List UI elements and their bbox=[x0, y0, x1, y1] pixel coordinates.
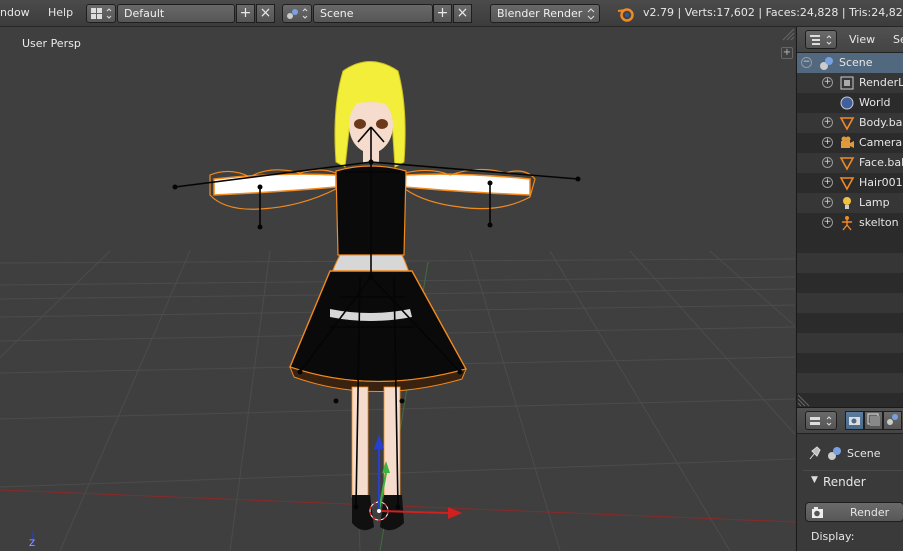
outliner-panel: View Se − Scene + RenderLa World + Body.… bbox=[796, 27, 903, 407]
armature-icon bbox=[842, 216, 852, 231]
region-toggle-button[interactable]: + bbox=[781, 47, 793, 59]
camera-render-icon bbox=[849, 417, 860, 425]
render-tab-button[interactable] bbox=[845, 411, 864, 430]
outliner-item-label: Camera bbox=[859, 136, 903, 149]
camera-render-icon bbox=[812, 507, 823, 518]
mesh-icon bbox=[839, 157, 855, 171]
screen-layout-dropdown[interactable] bbox=[86, 4, 116, 23]
scene-dropdown[interactable] bbox=[282, 4, 312, 23]
area-split-corner-icon[interactable] bbox=[780, 27, 795, 41]
3d-viewport[interactable]: Z User Persp + bbox=[0, 27, 795, 551]
view-perspective-label: User Persp bbox=[22, 37, 81, 50]
mesh-icon bbox=[839, 117, 855, 131]
render-button[interactable]: Render bbox=[805, 502, 903, 522]
outliner-item-label: RenderLa bbox=[859, 76, 903, 89]
outliner-search-menu[interactable]: Se bbox=[893, 33, 903, 46]
camera-icon bbox=[841, 136, 854, 148]
outliner-item-label: Body.bak bbox=[859, 116, 903, 129]
expand-icon[interactable]: + bbox=[822, 177, 833, 188]
info-header: ndow Help Default + × Scene + × Blender … bbox=[0, 0, 903, 27]
outliner-item-body[interactable]: + Body.bak bbox=[797, 113, 903, 133]
expand-icon[interactable]: + bbox=[822, 197, 833, 208]
menu-help[interactable]: Help bbox=[48, 6, 73, 19]
properties-panel: Scene ▼ Render Render Display: bbox=[796, 407, 903, 551]
menu-window[interactable]: ndow bbox=[0, 6, 30, 19]
editor-type-dropdown[interactable] bbox=[805, 30, 837, 49]
outliner-view-menu[interactable]: View bbox=[849, 33, 875, 46]
outliner-item-label: Lamp bbox=[859, 196, 890, 209]
layout-grid-icon bbox=[91, 8, 112, 19]
display-label: Display: bbox=[811, 530, 855, 543]
outliner-item-renderlayers[interactable]: + RenderLa bbox=[797, 73, 903, 93]
mesh-icon bbox=[839, 177, 855, 191]
render-panel-header[interactable]: ▼ Render bbox=[803, 470, 903, 494]
axis-z-label: Z bbox=[29, 539, 35, 549]
scene-icon bbox=[820, 57, 833, 70]
outliner-item-label: skelton bbox=[859, 216, 899, 229]
render-engine-dropdown[interactable]: Blender Render bbox=[490, 4, 600, 23]
outliner-item-camera[interactable]: + Camera bbox=[797, 133, 903, 153]
outliner-item-hair[interactable]: + Hair001. bbox=[797, 173, 903, 193]
render-engine-label: Blender Render bbox=[497, 7, 583, 20]
viewport-canvas[interactable]: Z bbox=[0, 27, 795, 551]
collapse-triangle-icon: ▼ bbox=[811, 475, 818, 485]
render-layers-icon bbox=[867, 413, 880, 426]
world-icon bbox=[840, 96, 854, 110]
outliner-item-face[interactable]: + Face.bak bbox=[797, 153, 903, 173]
outliner-item-scene[interactable]: − Scene bbox=[797, 53, 903, 73]
editor-type-dropdown[interactable] bbox=[805, 411, 837, 430]
expand-icon[interactable]: + bbox=[822, 117, 833, 128]
expand-icon[interactable]: + bbox=[822, 217, 833, 228]
outliner-item-skelton[interactable]: + skelton bbox=[797, 213, 903, 233]
outliner-item-label: Hair001. bbox=[859, 176, 903, 189]
scene-icon bbox=[828, 447, 841, 460]
remove-scene-button[interactable]: × bbox=[453, 4, 472, 23]
add-scene-button[interactable]: + bbox=[433, 4, 452, 23]
add-screen-button[interactable]: + bbox=[236, 4, 255, 23]
outliner-item-lamp[interactable]: + Lamp bbox=[797, 193, 903, 213]
lamp-icon bbox=[843, 197, 851, 209]
outliner-item-label: World bbox=[859, 96, 891, 109]
screen-layout-field[interactable]: Default bbox=[117, 4, 235, 23]
remove-screen-button[interactable]: × bbox=[256, 4, 275, 23]
area-split-corner-icon[interactable] bbox=[797, 393, 811, 407]
scene-icon bbox=[287, 8, 308, 19]
render-layers-tab-button[interactable] bbox=[864, 411, 883, 430]
render-panel-title: Render bbox=[823, 475, 866, 489]
outliner-header: View Se bbox=[797, 27, 903, 53]
scene-field[interactable]: Scene bbox=[313, 4, 433, 23]
outliner-item-label: Scene bbox=[839, 56, 873, 69]
pin-icon[interactable] bbox=[807, 446, 821, 460]
blender-logo-icon bbox=[617, 8, 634, 22]
expand-icon[interactable]: + bbox=[822, 157, 833, 168]
outliner-item-world[interactable]: World bbox=[797, 93, 903, 113]
scene-stats: v2.79 | Verts:17,602 | Faces:24,828 | Tr… bbox=[643, 6, 903, 19]
render-button-label: Render bbox=[850, 506, 890, 519]
render-layers-icon bbox=[840, 76, 854, 90]
properties-editor-icon bbox=[810, 416, 832, 426]
expand-icon[interactable]: + bbox=[822, 137, 833, 148]
scene-icon bbox=[887, 414, 898, 425]
scene-tab-button[interactable] bbox=[883, 411, 902, 430]
outliner-editor-icon bbox=[810, 35, 832, 45]
outliner-item-label: Face.bak bbox=[859, 156, 903, 169]
properties-context-label: Scene bbox=[847, 447, 881, 460]
outliner-empty-rows bbox=[797, 233, 903, 407]
chevron-updown-icon bbox=[587, 8, 595, 20]
collapse-icon[interactable]: − bbox=[801, 57, 812, 68]
orientation-axes-widget: Z bbox=[29, 532, 35, 549]
expand-icon[interactable]: + bbox=[822, 77, 833, 88]
properties-header bbox=[797, 408, 903, 434]
